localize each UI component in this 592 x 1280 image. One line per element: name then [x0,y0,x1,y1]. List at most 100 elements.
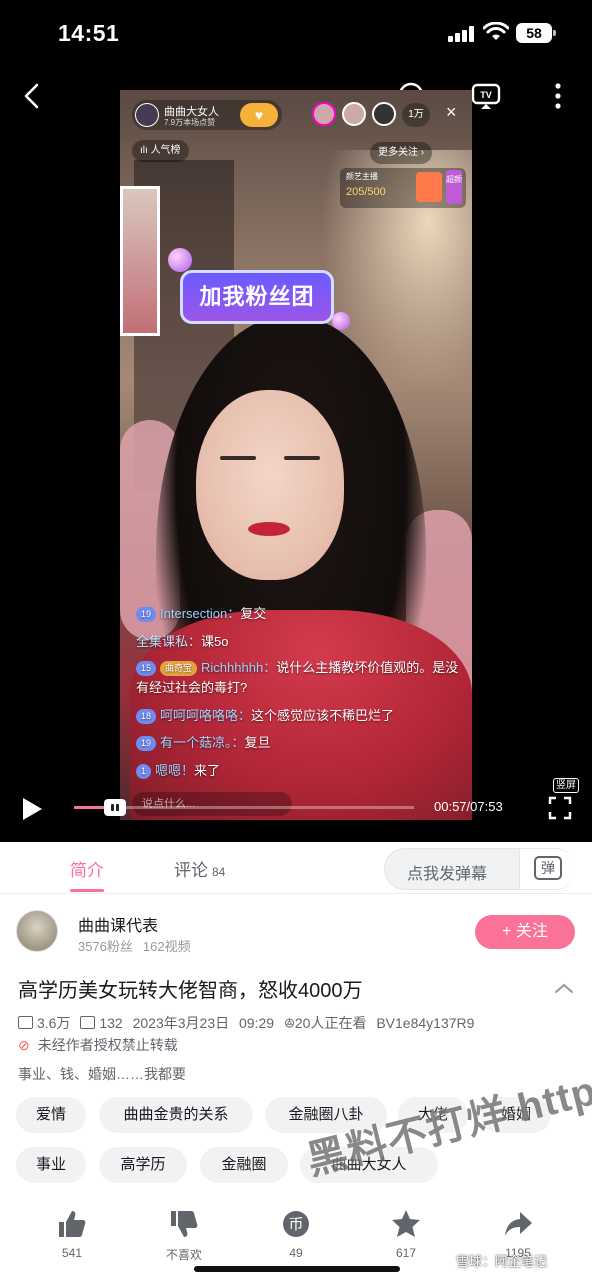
coin-button[interactable]: 币 49 [256,1208,336,1260]
chevron-right-icon: › [418,147,425,158]
dislike-label: 不喜欢 [165,1248,202,1262]
tag-item[interactable]: 金融圈 [200,1147,288,1183]
viewer-avatar[interactable] [372,102,396,126]
thumb-up-icon [59,1211,86,1237]
favorite-button[interactable]: 617 [366,1208,446,1260]
watermark-corner: 雪球：阿企笔记 [456,1254,548,1269]
tag-item[interactable]: 事业 [16,1147,86,1183]
status-bar: 14:51 58 [0,0,592,66]
home-indicator[interactable] [194,1266,400,1272]
coin-icon: 币 [283,1211,309,1237]
level-badge: 15 [136,661,157,676]
face [196,390,344,580]
star-icon [392,1210,420,1237]
chat-line: 全集课私：课5o [136,632,462,652]
vertical-screen-label[interactable]: 竖屏 [553,778,579,793]
bvid[interactable]: BV1e84y137R9 [376,1015,474,1031]
fullscreen-icon[interactable] [548,796,572,820]
dislike-button[interactable]: 不喜欢 [144,1208,224,1263]
play-count-icon [18,1016,33,1029]
live-top-bar: 曲曲大女人 7.9万本场点赞 ♥ 1万 × [132,100,462,130]
host-info[interactable]: 曲曲大女人 7.9万本场点赞 ♥ [132,100,282,130]
chat-line: 19 Intersection：复交 [136,604,462,624]
danmu-toggle-button[interactable]: 弹 [519,849,576,889]
viewer-avatar[interactable] [342,102,366,126]
task-badge: 超颜 [446,170,462,204]
wifi-icon [483,22,509,40]
tag-item[interactable]: 高学历 [99,1147,187,1183]
more-icon[interactable] [553,82,563,110]
battery-icon: 58 [516,23,556,43]
danmaku-count: 132 [99,1015,123,1031]
more-follow[interactable]: 更多关注 › [370,142,433,164]
fan-medal: 曲奇宝 [160,661,198,676]
video-stats: 3.6万 132 2023年3月23日 09:29 ꔮ20人正在看 BV1e84… [18,1013,480,1033]
svg-text:TV: TV [480,90,492,100]
eye-left [220,456,256,460]
chat-nick: Richhhhhh： [201,660,277,675]
comment-count: 84 [212,865,226,879]
chat-nick: 呵呵呵咯咯咯： [160,708,252,723]
like-button[interactable]: 541 [32,1208,112,1260]
publish-date: 2023年3月23日 [132,1015,230,1031]
host-likes: 7.9万本场点赞 [164,118,216,127]
tab-underline [70,889,104,892]
back-icon[interactable] [22,82,42,110]
video-title: 高学历美女玩转大佬智商，怒收4000万 [18,980,363,1002]
play-icon[interactable] [20,796,44,822]
level-badge: 19 [136,736,157,751]
video-frame[interactable]: 曲曲大女人 7.9万本场点赞 ♥ 1万 × ılı 人气榜 更多关注 › 颜艺主… [120,90,472,820]
video-player[interactable]: 14:51 58 TV 曲曲大女人 7.9万本场点赞 ♥ 1万 × ılı 人气… [0,0,592,842]
gift-icon [416,172,442,202]
level-badge: 18 [136,709,157,724]
favorite-count: 617 [395,1246,417,1260]
close-icon[interactable]: × [446,102,457,123]
danmu-icon: 弹 [534,856,562,880]
uploader-avatar[interactable] [16,910,58,952]
chat-nick: 有一个菇凉。： [160,735,245,750]
fan-club-badge[interactable]: 加我粉丝团 [180,270,334,324]
thumb-down-icon [171,1211,198,1237]
chat-nick: Intersection： [160,606,241,621]
status-time: 14:51 [58,20,120,46]
danmu-input[interactable]: 点我发弹幕 弹 [384,848,576,890]
uploader-meta: 3576粉丝 162视频 [78,936,191,955]
fans-count: 3576粉丝 [78,939,133,954]
viewer-avatar[interactable] [312,102,336,126]
tab-bar: 简介 评论 84 点我发弹幕 弹 [0,842,592,894]
chevron-up-icon[interactable] [554,982,574,994]
chat-line: 19 有一个菇凉。：复旦 [136,733,462,753]
video-count: 162视频 [142,939,191,954]
tag-item[interactable]: 爱情 [16,1097,86,1133]
host-avatar [135,103,159,127]
chat-text: 这个感觉应该不稀巴烂了 [251,708,395,723]
progress-thumb[interactable] [103,799,126,816]
publish-time: 09:29 [239,1015,275,1031]
share-icon [505,1212,532,1236]
tab-comment[interactable]: 评论 84 [174,856,225,881]
rank-pill[interactable]: ılı 人气榜 [132,140,189,162]
coin-count: 49 [289,1246,303,1260]
task-card[interactable]: 颜艺主播 205/500 超颜 [340,168,466,208]
chat-text: 复旦 [244,735,271,750]
chat-text: 课5o [201,634,229,649]
ban-icon: ⊘ [18,1037,30,1053]
tag-item[interactable]: 曲曲金贵的关系 [99,1097,253,1133]
follow-button[interactable]: + 关注 [475,915,575,949]
tab-intro[interactable]: 简介 [70,856,104,881]
chart-icon: ılı [140,145,151,156]
task-progress: 205/500 [346,186,386,198]
chat-nick: 全集课私： [136,634,202,649]
no-repost-notice: ⊘ 未经作者授权禁止转载 [18,1035,178,1055]
danmu-placeholder: 点我发弹幕 [407,866,488,883]
chat-line: 1 嗯嗯！来了 [136,761,462,781]
heart-icon[interactable]: ♥ [240,103,278,127]
task-title: 颜艺主播 [346,172,378,181]
viewer-count[interactable]: 1万 [402,103,430,127]
playback-time: 00:57/07:53 [434,799,503,814]
uploader-name[interactable]: 曲曲课代表 [78,912,158,936]
tv-cast-icon[interactable]: TV [470,80,502,112]
signal-icon [448,26,474,42]
chat-line: 18 呵呵呵咯咯咯：这个感觉应该不稀巴烂了 [136,706,462,726]
danmaku-count-icon [80,1016,96,1029]
